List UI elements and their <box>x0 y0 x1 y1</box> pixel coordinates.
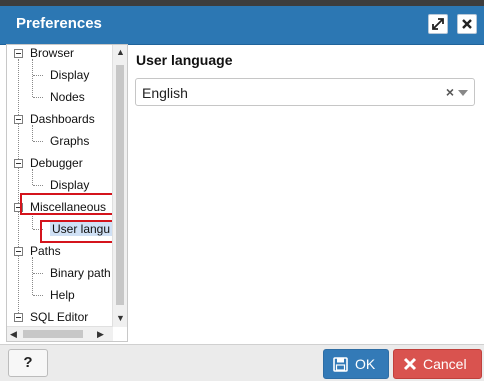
section-heading: User language <box>136 52 233 68</box>
highlight-box-user-language <box>40 220 119 243</box>
close-icon <box>403 357 417 371</box>
tree-item-binary-path[interactable]: Binary path <box>50 266 111 280</box>
highlight-box-miscellaneous <box>20 193 117 215</box>
user-language-select[interactable]: English × <box>135 78 475 106</box>
scroll-right-icon[interactable]: ▶ <box>97 329 104 339</box>
close-icon <box>462 19 472 29</box>
dialog-title: Preferences <box>16 15 102 32</box>
tree-vertical-thumb[interactable] <box>116 65 124 305</box>
dropdown-caret-icon[interactable] <box>458 90 468 96</box>
cancel-button[interactable]: Cancel <box>393 349 482 379</box>
preferences-tree[interactable]: Browser Display Nodes Dashboards Graphs … <box>6 44 128 342</box>
toggle-paths[interactable] <box>14 247 23 256</box>
tree-item-sql-editor[interactable]: SQL Editor <box>30 310 88 324</box>
close-button[interactable] <box>457 14 477 34</box>
tree-horizontal-thumb[interactable] <box>23 330 83 338</box>
tree-item-browser-nodes[interactable]: Nodes <box>50 90 85 104</box>
tree-item-browser-display[interactable]: Display <box>50 68 89 82</box>
preferences-dialog: Preferences Browser Display Nodes Dashbo… <box>0 0 484 381</box>
title-bar[interactable]: Preferences <box>0 6 484 45</box>
ok-label: OK <box>355 356 376 372</box>
save-icon <box>333 357 348 372</box>
scroll-down-icon[interactable]: ▼ <box>116 313 125 323</box>
toggle-debugger[interactable] <box>14 159 23 168</box>
toggle-sql-editor[interactable] <box>14 313 23 322</box>
tree-item-dashboards[interactable]: Dashboards <box>30 112 95 126</box>
tree-item-dashboards-graphs[interactable]: Graphs <box>50 134 89 148</box>
tree-item-debugger[interactable]: Debugger <box>30 156 83 170</box>
toggle-browser[interactable] <box>14 49 23 58</box>
toggle-dashboards[interactable] <box>14 115 23 124</box>
help-button[interactable]: ? <box>8 349 48 377</box>
expand-icon <box>432 18 444 30</box>
tree-item-paths[interactable]: Paths <box>30 244 61 258</box>
cancel-label: Cancel <box>423 356 467 372</box>
tree-item-help[interactable]: Help <box>50 288 75 302</box>
dialog-footer: ? OK Cancel <box>0 344 484 381</box>
tree-item-browser[interactable]: Browser <box>30 46 74 60</box>
selected-language: English <box>142 85 188 101</box>
maximize-button[interactable] <box>428 14 448 34</box>
scroll-up-icon[interactable]: ▲ <box>116 47 125 57</box>
scroll-left-icon[interactable]: ◀ <box>10 329 17 339</box>
tree-item-debugger-display[interactable]: Display <box>50 178 89 192</box>
ok-button[interactable]: OK <box>323 349 389 379</box>
tree-vertical-scrollbar[interactable]: ▲ ▼ <box>112 45 127 327</box>
clear-selection-icon[interactable]: × <box>446 84 454 100</box>
tree-horizontal-scrollbar[interactable]: ◀ ▶ <box>7 326 113 341</box>
